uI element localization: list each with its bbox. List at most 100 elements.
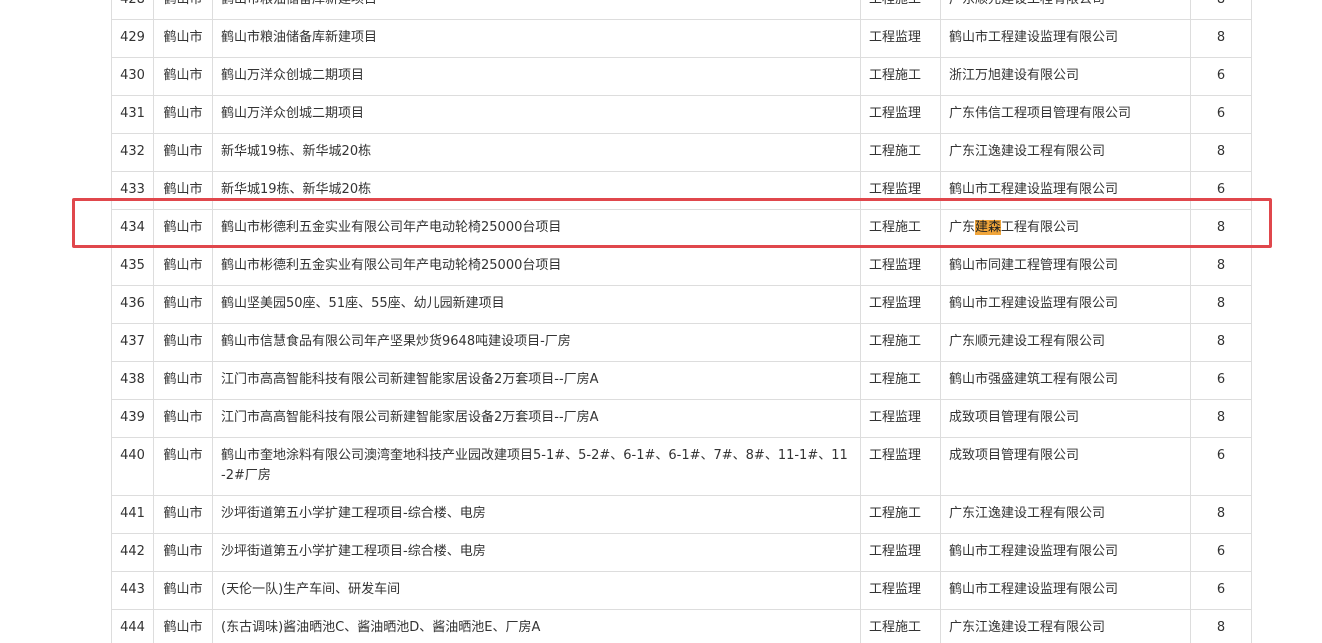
- score-cell: 8: [1190, 495, 1252, 534]
- work-type-cell: 工程监理: [860, 95, 941, 134]
- row-number: 434: [111, 209, 154, 248]
- table-row: 431 鹤山市 鹤山万洋众创城二期项目 工程监理 广东伟信工程项目管理有限公司 6: [111, 95, 1252, 134]
- project-name-cell: (天伦一队)生产车间、研发车间: [212, 571, 861, 610]
- work-type-cell: 工程监理: [860, 437, 941, 496]
- table-row: 432 鹤山市 新华城19栋、新华城20栋 工程施工 广东江逸建设工程有限公司 8: [111, 133, 1252, 172]
- city-cell: 鹤山市: [153, 533, 213, 572]
- work-type-cell: 工程施工: [860, 323, 941, 362]
- city-cell: 鹤山市: [153, 95, 213, 134]
- row-number: 439: [111, 399, 154, 438]
- work-type-cell: 工程施工: [860, 0, 941, 20]
- company-cell: 鹤山市工程建设监理有限公司: [940, 171, 1191, 210]
- city-cell: 鹤山市: [153, 495, 213, 534]
- project-name-cell: 鹤山市信慧食品有限公司年产坚果炒货9648吨建设项目-厂房: [212, 323, 861, 362]
- city-cell: 鹤山市: [153, 247, 213, 286]
- table-row: 443 鹤山市 (天伦一队)生产车间、研发车间 工程监理 鹤山市工程建设监理有限公司 6: [111, 571, 1252, 610]
- city-cell: 鹤山市: [153, 57, 213, 96]
- project-name-cell: 新华城19栋、新华城20栋: [212, 171, 861, 210]
- score-cell: 8: [1190, 609, 1252, 643]
- score-cell: 8: [1190, 209, 1252, 248]
- work-type-cell: 工程监理: [860, 571, 941, 610]
- city-cell: 鹤山市: [153, 399, 213, 438]
- company-prefix: 广东: [949, 220, 976, 235]
- score-cell: 8: [1190, 247, 1252, 286]
- project-name-cell: 鹤山万洋众创城二期项目: [212, 57, 861, 96]
- city-cell: 鹤山市: [153, 361, 213, 400]
- row-number: 430: [111, 57, 154, 96]
- score-cell: 6: [1190, 361, 1252, 400]
- company-cell: 浙江万旭建设有限公司: [940, 57, 1191, 96]
- work-type-cell: 工程施工: [860, 133, 941, 172]
- table-row: 441 鹤山市 沙坪街道第五小学扩建工程项目-综合楼、电房 工程施工 广东江逸建设工程有…: [111, 495, 1252, 534]
- company-cell: 成致项目管理有限公司: [940, 437, 1191, 496]
- project-name-cell: 鹤山市彬德利五金实业有限公司年产电动轮椅25000台项目: [212, 209, 861, 248]
- project-name-cell: 江门市高高智能科技有限公司新建智能家居设备2万套项目--厂房A: [212, 361, 861, 400]
- project-name-cell: 沙坪街道第五小学扩建工程项目-综合楼、电房: [212, 533, 861, 572]
- company-cell: 成致项目管理有限公司: [940, 399, 1191, 438]
- work-type-cell: 工程施工: [860, 209, 941, 248]
- search-highlight: 建森: [975, 220, 1002, 235]
- table-row: 430 鹤山市 鹤山万洋众创城二期项目 工程施工 浙江万旭建设有限公司 6: [111, 57, 1252, 96]
- table-row: 437 鹤山市 鹤山市信慧食品有限公司年产坚果炒货9648吨建设项目-厂房 工程施工广…: [111, 323, 1252, 362]
- city-cell: 鹤山市: [153, 285, 213, 324]
- work-type-cell: 工程监理: [860, 533, 941, 572]
- project-name-cell: 新华城19栋、新华城20栋: [212, 133, 861, 172]
- work-type-cell: 工程施工: [860, 609, 941, 643]
- company-cell: 广东顺元建设工程有限公司: [940, 0, 1191, 20]
- table-body: 428鹤山市鹤山市粮油储备库新建项目工程施工广东顺元建设工程有限公司8429鹤山…: [111, 0, 1252, 643]
- company-cell: 鹤山市工程建设监理有限公司: [940, 533, 1191, 572]
- table-row: 438 鹤山市 江门市高高智能科技有限公司新建智能家居设备2万套项目--厂房A 工程施…: [111, 361, 1252, 400]
- project-name-cell: 江门市高高智能科技有限公司新建智能家居设备2万套项目--厂房A: [212, 399, 861, 438]
- project-name-cell: 鹤山坚美园50座、51座、55座、幼儿园新建项目: [212, 285, 861, 324]
- company-suffix: 工程有限公司: [1001, 220, 1080, 235]
- work-type-cell: 工程监理: [860, 171, 941, 210]
- row-number: 433: [111, 171, 154, 210]
- company-cell: 广东伟信工程项目管理有限公司: [940, 95, 1191, 134]
- row-number: 428: [111, 0, 154, 20]
- score-cell: 6: [1190, 95, 1252, 134]
- city-cell: 鹤山市: [153, 323, 213, 362]
- table-row: 439 鹤山市 江门市高高智能科技有限公司新建智能家居设备2万套项目--厂房A 工程监…: [111, 399, 1252, 438]
- table-row: 440 鹤山市 鹤山市奎地涂料有限公司澳湾奎地科技产业园改建项目5-1#、5-2#、…: [111, 437, 1252, 496]
- project-table: 428鹤山市鹤山市粮油储备库新建项目工程施工广东顺元建设工程有限公司8429鹤山…: [111, 0, 1252, 643]
- company-cell: 广东建森工程有限公司: [940, 209, 1191, 248]
- page: 428鹤山市鹤山市粮油储备库新建项目工程施工广东顺元建设工程有限公司8429鹤山…: [0, 0, 1322, 643]
- project-name-cell: 鹤山万洋众创城二期项目: [212, 95, 861, 134]
- row-number: 440: [111, 437, 154, 496]
- table-container: 428鹤山市鹤山市粮油储备库新建项目工程施工广东顺元建设工程有限公司8429鹤山…: [111, 0, 1252, 643]
- score-cell: 6: [1190, 571, 1252, 610]
- company-cell: 鹤山市强盛建筑工程有限公司: [940, 361, 1191, 400]
- row-number: 442: [111, 533, 154, 572]
- score-cell: 6: [1190, 533, 1252, 572]
- row-number: 437: [111, 323, 154, 362]
- city-cell: 鹤山市: [153, 609, 213, 643]
- project-name-cell: 鹤山市彬德利五金实业有限公司年产电动轮椅25000台项目: [212, 247, 861, 286]
- company-cell: 鹤山市同建工程管理有限公司: [940, 247, 1191, 286]
- work-type-cell: 工程施工: [860, 495, 941, 534]
- score-cell: 6: [1190, 171, 1252, 210]
- company-cell: 鹤山市工程建设监理有限公司: [940, 19, 1191, 58]
- company-cell: 鹤山市工程建设监理有限公司: [940, 285, 1191, 324]
- work-type-cell: 工程监理: [860, 19, 941, 58]
- row-number: 431: [111, 95, 154, 134]
- score-cell: 8: [1190, 133, 1252, 172]
- company-cell: 广东江逸建设工程有限公司: [940, 609, 1191, 643]
- score-cell: 8: [1190, 0, 1252, 20]
- row-number: 432: [111, 133, 154, 172]
- city-cell: 鹤山市: [153, 437, 213, 496]
- company-cell: 鹤山市工程建设监理有限公司: [940, 571, 1191, 610]
- table-row: 428鹤山市鹤山市粮油储备库新建项目工程施工广东顺元建设工程有限公司8: [111, 0, 1252, 20]
- company-cell: 广东江逸建设工程有限公司: [940, 133, 1191, 172]
- row-number: 438: [111, 361, 154, 400]
- table-row: 435 鹤山市 鹤山市彬德利五金实业有限公司年产电动轮椅25000台项目 工程监理 鹤山…: [111, 247, 1252, 286]
- project-name-cell: 沙坪街道第五小学扩建工程项目-综合楼、电房: [212, 495, 861, 534]
- work-type-cell: 工程监理: [860, 285, 941, 324]
- table-row: 433 鹤山市 新华城19栋、新华城20栋 工程监理 鹤山市工程建设监理有限公司 6: [111, 171, 1252, 210]
- project-name-cell: (东古调味)酱油晒池C、酱油晒池D、酱油晒池E、厂房A: [212, 609, 861, 643]
- score-cell: 8: [1190, 399, 1252, 438]
- row-number: 443: [111, 571, 154, 610]
- score-cell: 8: [1190, 285, 1252, 324]
- table-row: 442 鹤山市 沙坪街道第五小学扩建工程项目-综合楼、电房 工程监理 鹤山市工程建设监理…: [111, 533, 1252, 572]
- score-cell: 6: [1190, 437, 1252, 496]
- city-cell: 鹤山市: [153, 19, 213, 58]
